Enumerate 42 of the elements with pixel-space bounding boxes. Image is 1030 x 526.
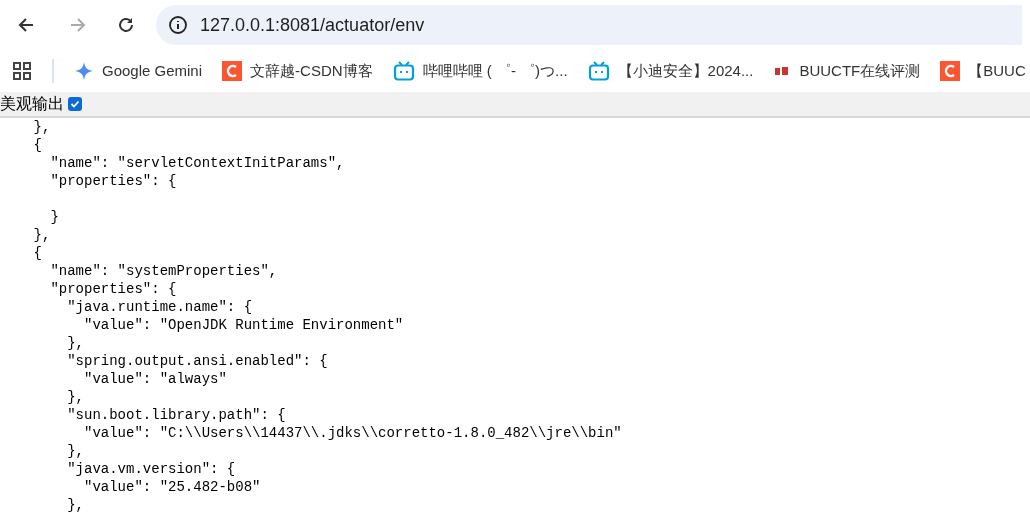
code-line: "properties": { [49, 280, 177, 298]
code-line: }, [66, 442, 84, 460]
bookmark[interactable]: 文辞越-CSDN博客 [222, 59, 373, 83]
bookmark[interactable]: 【BUUC [940, 59, 1026, 83]
address-bar[interactable]: 127.0.0.1:8081/actuator/env [156, 5, 1022, 45]
apps-grid-icon[interactable] [12, 61, 32, 81]
code-line: "value": "C:\\Users\\14437\\.jdks\\corretto-1.8.0_482\\jre\\bin" [83, 424, 622, 442]
forward-arrow-icon [69, 16, 87, 34]
code-line: }, [66, 496, 84, 514]
letter-c-logo-icon [222, 61, 243, 81]
code-line: } [49, 208, 59, 226]
back-arrow-icon [17, 16, 35, 34]
info-icon [168, 15, 188, 35]
code-line: "properties": { [49, 172, 177, 190]
code-line: "value": "25.482-b08" [83, 478, 261, 496]
bookmark[interactable]: BUUCTF在线评测 [773, 59, 921, 83]
code-line: }, [66, 388, 84, 406]
bookmark[interactable]: 【小迪安全】2024... [587, 59, 754, 83]
code-line: "java.vm.version": { [66, 460, 236, 478]
sparkle-icon [74, 61, 94, 81]
pretty-print-label: 美观输出 [0, 96, 64, 112]
tv-logo-icon [587, 61, 610, 81]
checkmark-icon [70, 99, 80, 109]
bookmark[interactable]: Google Gemini [74, 59, 203, 83]
letter-c-logo-icon [940, 61, 961, 81]
code-line: "name": "servletContextInitParams", [49, 154, 345, 172]
reload-icon [117, 16, 135, 34]
code-line: }, [66, 334, 84, 352]
code-line: "spring.output.ansi.enabled": { [66, 352, 328, 370]
code-line: }, [32, 118, 51, 136]
code-line: "name": "systemProperties", [49, 262, 278, 280]
code-line: { [32, 136, 42, 154]
code-line: "value": "always" [83, 370, 227, 388]
tv-logo-icon [392, 61, 415, 81]
url-text: 127.0.0.1:8081/actuator/env [200, 13, 425, 37]
code-line: "java.runtime.name": { [66, 298, 253, 316]
code-line: }, [32, 226, 51, 244]
pretty-print-checkbox[interactable] [68, 97, 82, 111]
code-line: "value": "OpenJDK Runtime Environment" [83, 316, 404, 334]
bookmark[interactable]: 哔哩哔哩 ( ゜- ゜)つ... [392, 59, 568, 83]
code-line: { [32, 244, 42, 262]
code-line: "sun.boot.library.path": { [66, 406, 286, 424]
